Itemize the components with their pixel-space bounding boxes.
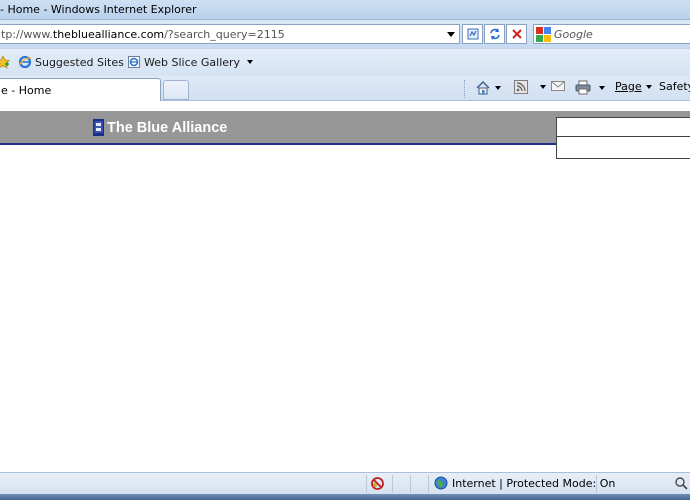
page-menu-button[interactable]: Page (615, 80, 652, 93)
tab-home[interactable]: e - Home (0, 78, 161, 102)
url-path: /?search_query=2115 (164, 28, 285, 41)
suggested-sites-label: Suggested Sites (35, 55, 124, 69)
address-dropdown-icon[interactable] (447, 32, 455, 37)
chevron-down-icon (645, 84, 652, 89)
status-separator (366, 475, 367, 493)
refresh-icon (489, 28, 500, 40)
rss-feed-icon (514, 80, 528, 94)
zoom-icon (675, 477, 688, 490)
globe-icon (434, 476, 448, 490)
compatibility-view-icon (467, 28, 478, 40)
status-separator (428, 475, 429, 493)
window-title: - Home - Windows Internet Explorer (0, 3, 197, 16)
address-url[interactable]: tp://www.thebluealliance.com/?search_que… (1, 28, 285, 41)
print-button[interactable] (575, 80, 605, 95)
site-search-input[interactable] (556, 117, 690, 137)
add-favorites-icon (0, 55, 10, 69)
tba-logo-icon[interactable] (93, 119, 104, 136)
url-domain: thebluealliance.com (52, 28, 165, 41)
zoom-button[interactable] (674, 476, 688, 493)
favorites-bar: Suggested Sites Web Slice Gallery (0, 48, 690, 76)
tab-label: e - Home (1, 84, 52, 97)
home-button[interactable] (475, 80, 501, 96)
feeds-button[interactable] (514, 80, 546, 94)
privacy-blocked-icon (371, 477, 384, 490)
security-zone[interactable]: Internet | Protected Mode: On (434, 476, 615, 490)
refresh-button[interactable] (484, 24, 505, 44)
web-slice-gallery-item[interactable]: Web Slice Gallery (127, 55, 254, 69)
safety-menu-button[interactable]: Safety (659, 80, 690, 93)
new-tab-button[interactable] (163, 80, 189, 100)
taskbar-edge (0, 494, 690, 500)
page-content: The Blue Alliance (0, 101, 690, 472)
mail-icon (551, 81, 565, 91)
close-icon (511, 29, 522, 39)
chevron-down-icon[interactable] (540, 85, 546, 89)
status-bar: Internet | Protected Mode: On (0, 472, 690, 494)
title-bar: - Home - Windows Internet Explorer (0, 0, 690, 20)
tab-row: e - Home Page Safet (0, 76, 690, 102)
chevron-down-icon[interactable] (495, 86, 501, 90)
url-prefix: tp://www. (1, 28, 53, 41)
chevron-down-icon[interactable] (599, 85, 605, 90)
favorites-star-button[interactable] (0, 55, 10, 69)
chevron-down-icon (247, 60, 254, 64)
site-search-results (556, 137, 690, 159)
status-separator (596, 475, 597, 493)
command-bar-separator (464, 80, 465, 98)
web-slice-gallery-label: Web Slice Gallery (144, 55, 241, 69)
page-menu-label: Page (615, 80, 642, 93)
site-title[interactable]: The Blue Alliance (107, 120, 227, 136)
suggested-sites-item[interactable]: Suggested Sites (18, 55, 137, 69)
address-row: tp://www.thebluealliance.com/?search_que… (0, 20, 690, 48)
home-icon (476, 81, 490, 95)
google-icon (536, 27, 551, 42)
status-separator (410, 475, 411, 493)
status-separator (392, 475, 393, 493)
privacy-report-button[interactable] (370, 476, 385, 494)
search-input[interactable] (554, 26, 689, 42)
safety-menu-label: Safety (659, 80, 690, 93)
address-bar[interactable]: tp://www.thebluealliance.com/?search_que… (0, 24, 460, 44)
search-box[interactable] (533, 24, 690, 44)
security-zone-label: Internet | Protected Mode: On (452, 476, 616, 490)
printer-icon (575, 80, 591, 95)
stop-button[interactable] (506, 24, 527, 44)
compatibility-view-button[interactable] (462, 24, 483, 44)
read-mail-button[interactable] (551, 80, 565, 92)
webslice-icon (128, 56, 140, 68)
ie-icon (18, 55, 32, 69)
